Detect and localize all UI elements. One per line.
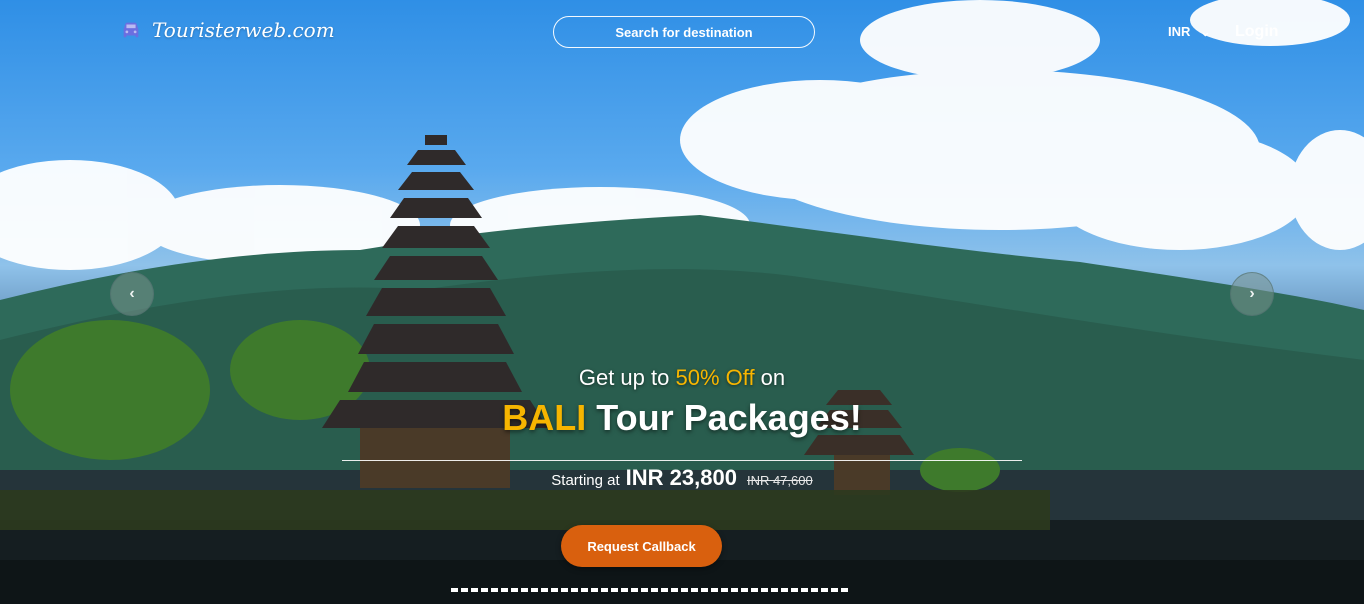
promo-prefix: Get up to: [578, 365, 676, 390]
carousel-indicators[interactable]: [451, 588, 853, 594]
carousel-indicator-dot[interactable]: [531, 588, 538, 592]
carousel-indicator-dot[interactable]: [591, 588, 598, 592]
carousel-indicator-dot[interactable]: [611, 588, 618, 592]
carousel-indicator-dot[interactable]: [491, 588, 498, 592]
promo-suffix: on: [754, 365, 786, 390]
carousel-indicator-dot[interactable]: [681, 588, 688, 592]
promo-headline: BALI Tour Packages!: [0, 396, 1364, 440]
carousel-indicator-dot[interactable]: [581, 588, 588, 592]
currency-label: INR: [1168, 24, 1191, 39]
carousel-indicator-dot[interactable]: [671, 588, 678, 592]
carousel-indicator-dot[interactable]: [711, 588, 718, 592]
carousel-indicator-dot[interactable]: [521, 588, 528, 592]
login-link[interactable]: Login: [1235, 23, 1279, 41]
hero-banner: Touristerweb.com Search for destination …: [0, 0, 1364, 604]
chevron-down-icon: ⌄: [1200, 24, 1211, 39]
carousel-indicator-dot[interactable]: [651, 588, 658, 592]
carousel-indicator-dot[interactable]: [551, 588, 558, 592]
carousel-indicator-dot[interactable]: [731, 588, 738, 592]
promo-discount: 50% Off: [675, 365, 755, 390]
carousel-indicator-dot[interactable]: [761, 588, 768, 592]
site-logo[interactable]: Touristerweb.com: [120, 18, 335, 42]
carousel-indicator-dot[interactable]: [661, 588, 668, 592]
carousel-indicator-dot[interactable]: [501, 588, 508, 592]
carousel-indicator-dot[interactable]: [741, 588, 748, 592]
carousel-indicator-dot[interactable]: [791, 588, 798, 592]
logo-text: Touristerweb.com: [152, 18, 335, 42]
carousel-indicator-dot[interactable]: [471, 588, 478, 592]
carousel-indicator-dot[interactable]: [691, 588, 698, 592]
carousel-indicator-dot[interactable]: [751, 588, 758, 592]
request-callback-button[interactable]: Request Callback: [561, 525, 722, 567]
carousel-indicator-dot[interactable]: [721, 588, 728, 592]
carousel-indicator-dot[interactable]: [801, 588, 808, 592]
chevron-right-icon: ›: [1249, 285, 1255, 302]
carousel-indicator-dot[interactable]: [571, 588, 578, 592]
carousel-indicator-dot[interactable]: [701, 588, 708, 592]
carousel-indicator-dot[interactable]: [461, 588, 468, 592]
carousel-indicator-dot[interactable]: [841, 588, 848, 592]
carousel-indicator-dot[interactable]: [771, 588, 778, 592]
bali-temple-background-image: [0, 0, 1364, 604]
promo-offer-line: Get up to 50% Off on: [0, 360, 1364, 396]
promo-divider: [342, 460, 1022, 461]
carousel-indicator-dot[interactable]: [541, 588, 548, 592]
starting-at-label: Starting at: [551, 472, 620, 489]
packages-label: Tour Packages!: [586, 397, 862, 438]
carousel-indicator-dot[interactable]: [821, 588, 828, 592]
site-header: Touristerweb.com Search for destination …: [0, 0, 1364, 70]
carousel-indicator-dot[interactable]: [481, 588, 488, 592]
destination-name: BALI: [502, 397, 587, 438]
carousel-indicator-dot[interactable]: [811, 588, 818, 592]
carousel-indicator-dot[interactable]: [831, 588, 838, 592]
carousel-indicator-dot[interactable]: [601, 588, 608, 592]
carousel-prev-button[interactable]: ‹: [110, 272, 154, 316]
price-row: Starting at INR 23,800 INR 47,600: [0, 465, 1364, 491]
promo-text-block: Get up to 50% Off on BALI Tour Packages!: [0, 360, 1364, 440]
carousel-indicator-dot[interactable]: [641, 588, 648, 592]
current-price: INR 23,800: [625, 465, 737, 490]
carousel-indicator-dot[interactable]: [781, 588, 788, 592]
carousel-indicator-dot[interactable]: [511, 588, 518, 592]
chevron-left-icon: ‹: [129, 285, 135, 302]
carousel-indicator-dot[interactable]: [451, 588, 458, 592]
car-icon: [123, 22, 139, 38]
carousel-next-button[interactable]: ›: [1230, 272, 1274, 316]
search-placeholder: Search for destination: [615, 24, 753, 40]
original-price: INR 47,600: [746, 473, 813, 488]
currency-selector[interactable]: INR ⌄: [1168, 24, 1210, 39]
carousel-indicator-dot[interactable]: [561, 588, 568, 592]
carousel-indicator-dot[interactable]: [631, 588, 638, 592]
search-destination-input[interactable]: Search for destination: [553, 16, 815, 48]
carousel-indicator-dot[interactable]: [621, 588, 628, 592]
